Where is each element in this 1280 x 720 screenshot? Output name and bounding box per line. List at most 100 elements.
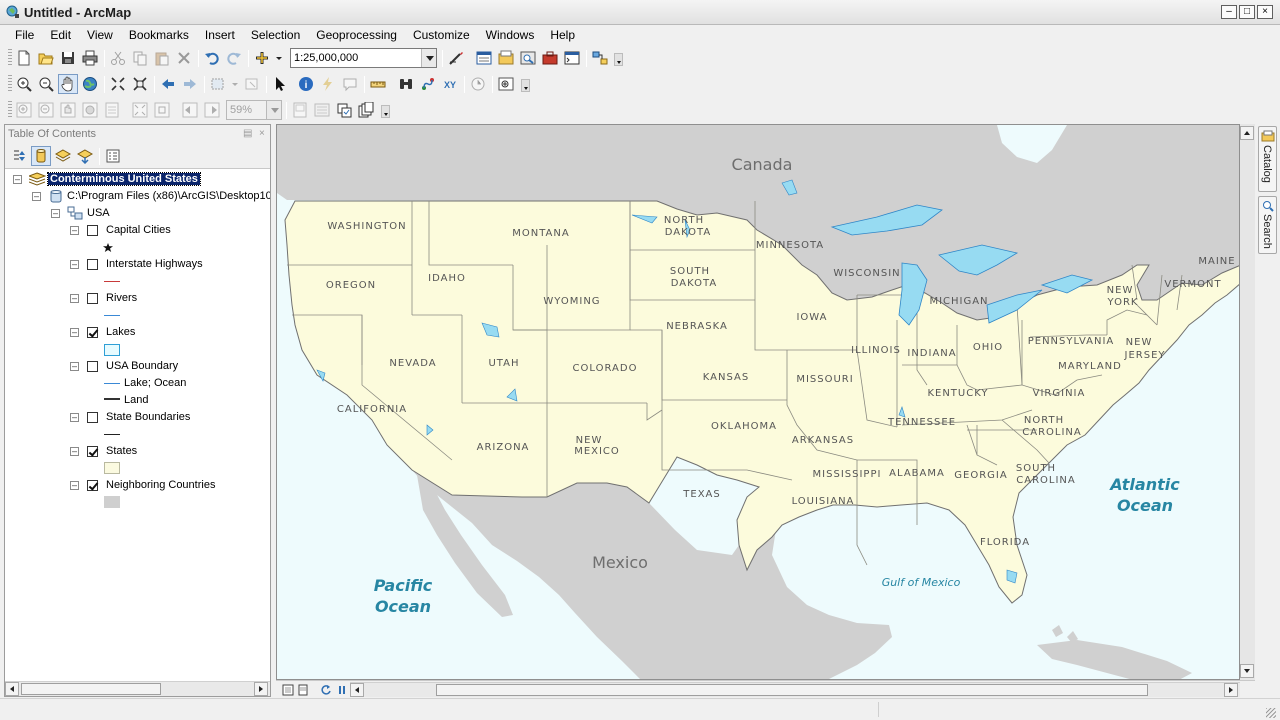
pan-hand-icon[interactable] <box>58 74 78 94</box>
editor-toolbar-icon[interactable] <box>446 48 466 68</box>
menu-file[interactable]: File <box>7 28 42 42</box>
paste-icon[interactable] <box>152 48 172 68</box>
focus-data-frame-icon[interactable] <box>312 100 332 120</box>
list-by-drawing-order-icon[interactable] <box>9 146 29 166</box>
map-canvas[interactable]: Canada Mexico Pacific Ocean Atlantic Oce… <box>277 125 1240 680</box>
find-route-icon[interactable] <box>418 74 438 94</box>
menu-bookmarks[interactable]: Bookmarks <box>121 28 197 42</box>
scroll-up-button[interactable] <box>1240 126 1254 140</box>
previous-layout-extent-icon[interactable] <box>180 100 200 120</box>
copy-icon[interactable] <box>130 48 150 68</box>
pause-drawing-icon[interactable] <box>334 682 348 696</box>
toolbar-options-button[interactable] <box>521 79 530 92</box>
toc-options-icon[interactable] <box>103 146 123 166</box>
find-binoculars-icon[interactable] <box>396 74 416 94</box>
layout-zoom-in-icon[interactable] <box>14 100 34 120</box>
scroll-down-button[interactable] <box>1240 664 1254 678</box>
toolbar-options-button[interactable] <box>381 105 390 118</box>
search-window-icon[interactable] <box>518 48 538 68</box>
collapse-toggle[interactable]: – <box>70 362 79 371</box>
measure-ruler-icon[interactable] <box>368 74 388 94</box>
zoom-in-icon[interactable] <box>14 74 34 94</box>
python-window-icon[interactable] <box>562 48 582 68</box>
scroll-left-button[interactable] <box>5 682 19 696</box>
select-features-icon[interactable] <box>208 74 238 94</box>
clear-selection-icon[interactable] <box>242 74 262 94</box>
chevron-down-icon[interactable] <box>421 49 436 67</box>
maximize-button[interactable]: □ <box>1239 5 1255 19</box>
resize-grip[interactable] <box>1266 708 1276 718</box>
menu-windows[interactable]: Windows <box>478 28 543 42</box>
menu-geoprocessing[interactable]: Geoprocessing <box>308 28 405 42</box>
model-builder-icon[interactable] <box>590 48 610 68</box>
toolbar-options-button[interactable] <box>614 53 623 66</box>
collapse-toggle[interactable]: – <box>70 447 79 456</box>
zoom-whole-page-icon[interactable] <box>80 100 100 120</box>
delete-icon[interactable] <box>174 48 194 68</box>
layer-name[interactable]: States <box>106 445 137 457</box>
data-frame-name[interactable]: Conterminous United States <box>47 172 201 186</box>
menu-selection[interactable]: Selection <box>243 28 308 42</box>
catalog-tab[interactable]: Catalog <box>1258 126 1277 192</box>
menu-help[interactable]: Help <box>542 28 583 42</box>
scroll-thumb[interactable] <box>21 683 161 695</box>
data-driven-pages-icon[interactable] <box>356 100 376 120</box>
layer-visibility-checkbox[interactable] <box>87 293 98 304</box>
layer-visibility-checkbox[interactable] <box>87 412 98 423</box>
collapse-toggle[interactable]: – <box>70 294 79 303</box>
fixed-zoom-out-layout-icon[interactable] <box>152 100 172 120</box>
fixed-zoom-in-icon[interactable] <box>108 74 128 94</box>
layer-visibility-checkbox[interactable] <box>87 446 98 457</box>
layer-visibility-checkbox[interactable] <box>87 259 98 270</box>
html-popup-icon[interactable] <box>340 74 360 94</box>
full-extent-globe-icon[interactable] <box>80 74 100 94</box>
refresh-view-icon[interactable] <box>318 682 332 696</box>
collapse-toggle[interactable]: – <box>51 209 60 218</box>
list-by-visibility-icon[interactable] <box>53 146 73 166</box>
add-data-button[interactable] <box>252 48 282 68</box>
select-elements-arrow-icon[interactable] <box>270 74 290 94</box>
chevron-down-icon[interactable] <box>266 101 281 119</box>
layer-name[interactable]: State Boundaries <box>106 411 190 423</box>
layer-visibility-checkbox[interactable] <box>87 361 98 372</box>
fixed-zoom-in-layout-icon[interactable] <box>130 100 150 120</box>
layout-view-toggle-icon[interactable] <box>295 682 309 696</box>
fixed-zoom-out-icon[interactable] <box>130 74 150 94</box>
scroll-right-button[interactable] <box>254 682 268 696</box>
map-data-view[interactable]: Canada Mexico Pacific Ocean Atlantic Oce… <box>276 124 1240 680</box>
collapse-toggle[interactable]: – <box>13 175 22 184</box>
menu-view[interactable]: View <box>79 28 121 42</box>
toc-horizontal-scrollbar[interactable] <box>5 681 270 696</box>
data-view-toggle-icon[interactable] <box>280 682 294 696</box>
layout-zoom-out-icon[interactable] <box>36 100 56 120</box>
list-by-selection-icon[interactable] <box>75 146 95 166</box>
table-of-contents-icon[interactable] <box>474 48 494 68</box>
arctoolbox-icon[interactable] <box>540 48 560 68</box>
scroll-left-button[interactable] <box>350 683 364 697</box>
search-tab[interactable]: Search <box>1258 196 1277 254</box>
list-by-source-icon[interactable] <box>31 146 51 166</box>
layer-visibility-checkbox[interactable] <box>87 480 98 491</box>
menu-edit[interactable]: Edit <box>42 28 79 42</box>
save-button[interactable] <box>58 48 78 68</box>
workspace-path[interactable]: C:\Program Files (x86)\ArcGIS\Desktop10 <box>67 190 270 202</box>
layer-name[interactable]: Neighboring Countries <box>106 479 215 491</box>
print-button[interactable] <box>80 48 100 68</box>
collapse-toggle[interactable]: – <box>70 260 79 269</box>
hyperlink-lightning-icon[interactable] <box>318 74 338 94</box>
map-vertical-scrollbar[interactable] <box>1240 124 1255 680</box>
minimize-button[interactable]: – <box>1221 5 1237 19</box>
undo-icon[interactable] <box>202 48 222 68</box>
scroll-right-button[interactable] <box>1224 683 1238 697</box>
identify-info-icon[interactable]: i <box>296 74 316 94</box>
toolbar-grip[interactable] <box>8 75 12 93</box>
close-window-button[interactable]: × <box>1257 5 1273 19</box>
new-document-button[interactable] <box>14 48 34 68</box>
menu-insert[interactable]: Insert <box>197 28 243 42</box>
layout-pan-icon[interactable] <box>58 100 78 120</box>
layer-visibility-checkbox[interactable] <box>87 225 98 236</box>
toolbar-grip[interactable] <box>8 101 12 119</box>
catalog-window-icon[interactable] <box>496 48 516 68</box>
close-toc-icon[interactable]: × <box>259 128 265 139</box>
next-layout-extent-icon[interactable] <box>202 100 222 120</box>
